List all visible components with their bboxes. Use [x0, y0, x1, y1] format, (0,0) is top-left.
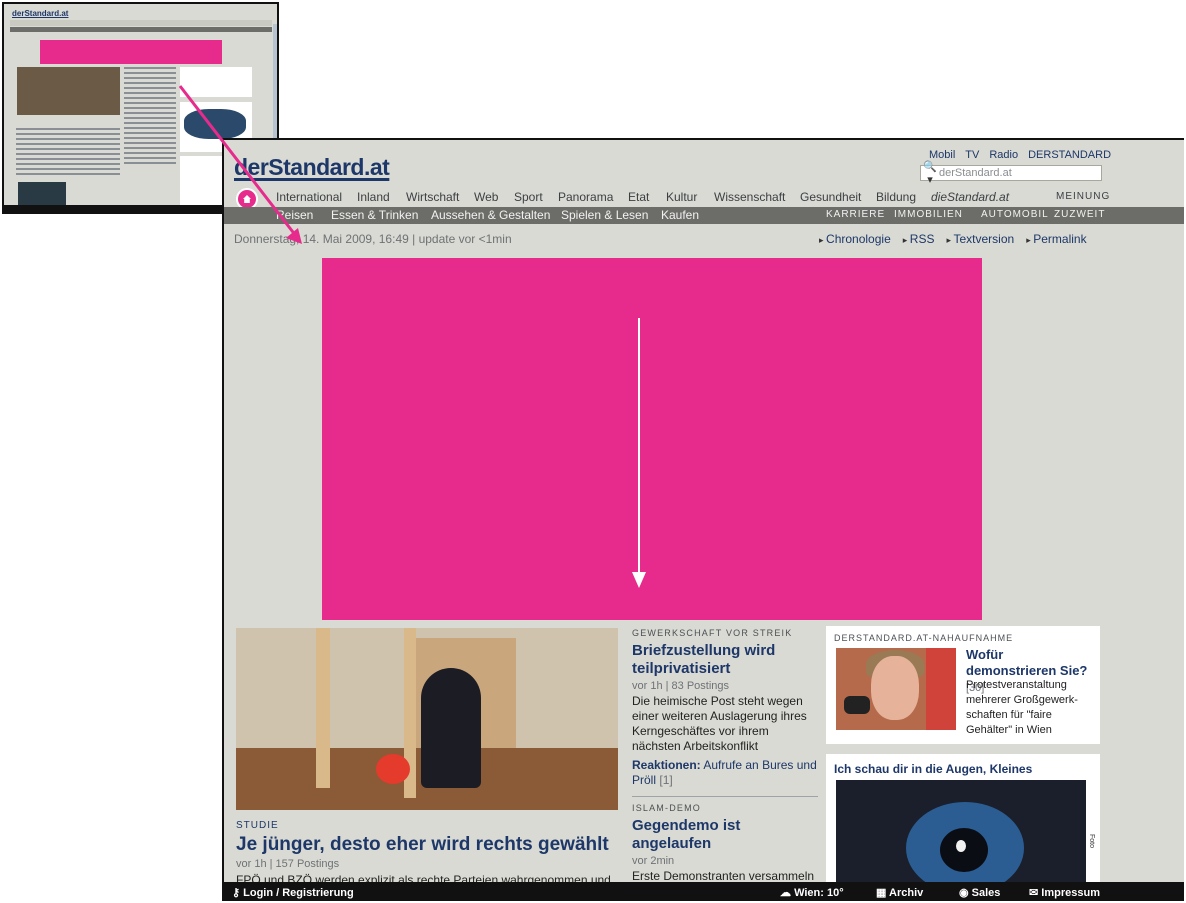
sales-link[interactable]: ◉ Sales — [959, 886, 1000, 899]
divider — [632, 796, 818, 797]
nav-item-sport[interactable]: Sport — [514, 190, 543, 204]
nav-item-kaufen[interactable]: Kaufen — [661, 208, 699, 222]
cloud-icon: ☁ — [780, 887, 795, 899]
story-headline[interactable]: Briefzustellung wird teilprivatisiert — [632, 642, 818, 678]
zoomed-page-view: derStandard.at Mobil TV Radio DERSTANDAR… — [222, 138, 1184, 901]
photo-credit: Foto — [1088, 834, 1095, 849]
weather-label: Wien: 10° — [794, 887, 844, 899]
secondary-nav: Reisen Essen & Trinken Aussehen & Gestal… — [224, 207, 1184, 224]
thumbnail-subnav — [10, 27, 272, 32]
nav-item-international[interactable]: International — [276, 190, 342, 204]
archive-icon: ▦ — [876, 887, 890, 899]
nav-item-wissenschaft[interactable]: Wissenschaft — [714, 190, 785, 204]
nah-photo[interactable] — [836, 648, 956, 730]
thumbnail-text-lines — [16, 128, 120, 178]
related-count: [1] — [659, 773, 673, 787]
nav-item-web[interactable]: Web — [474, 190, 498, 204]
story-kicker: ISLAM-DEMO — [632, 803, 702, 813]
nav-item-meinung[interactable]: MEINUNG — [1056, 191, 1110, 202]
nav-item-diestandard[interactable]: dieStandard.at — [931, 190, 1009, 204]
nav-item-reisen[interactable]: Reisen — [276, 208, 313, 222]
lead-story-kicker: STUDIE — [236, 820, 279, 831]
key-icon: ⚷ — [232, 887, 244, 899]
sales-icon: ◉ — [959, 887, 972, 899]
nav-item-aussehen-gestalten[interactable]: Aussehen & Gestalten — [431, 208, 550, 222]
story-related: Reaktionen: Aufrufe an Bures und Pröll [… — [632, 758, 818, 788]
impressum-link[interactable]: ✉ Impressum — [1029, 886, 1100, 899]
search-placeholder: derStandard.at — [939, 167, 1012, 179]
mail-icon: ✉ — [1029, 887, 1042, 899]
archive-label: Archiv — [889, 887, 924, 899]
related-label: Reaktionen: — [632, 758, 701, 772]
site-logo[interactable]: derStandard.at — [234, 154, 390, 181]
nav-item-kultur[interactable]: Kultur — [666, 190, 697, 204]
nav-item-essen-trinken[interactable]: Essen & Trinken — [331, 208, 418, 222]
bottom-bar: ⚷ Login / Registrierung ☁ Wien: 10° ▦ Ar… — [224, 882, 1184, 899]
sales-label: Sales — [971, 887, 1001, 899]
dateline: Donnerstag, 14. Mai 2009, 16:49 | update… — [234, 232, 512, 246]
story-headline[interactable]: Gegendemo ist angelaufen — [632, 817, 818, 853]
thumbnail-logo: derStandard.at — [12, 9, 69, 18]
advertisement-area — [322, 258, 982, 620]
nav-item-spielen-lesen[interactable]: Spielen & Lesen — [561, 208, 648, 222]
toolbar-chronologie[interactable]: Chronologie — [819, 232, 891, 246]
middle-column: GEWERKSCHAFT VOR STREIK Briefzustellung … — [632, 628, 818, 884]
story-kicker: GEWERKSCHAFT VOR STREIK — [632, 628, 793, 638]
nahaufnahme-box: DERSTANDARD.AT-NAHAUFNAHME Wofür demonst… — [826, 626, 1100, 744]
nav-item-zuzweit[interactable]: ZUZWEIT — [1054, 209, 1105, 220]
login-link[interactable]: ⚷ Login / Registrierung — [232, 886, 354, 899]
nav-item-etat[interactable]: Etat — [628, 190, 649, 204]
top-links: Mobil TV Radio DERSTANDARD — [929, 149, 1111, 161]
nav-item-automobil[interactable]: AUTOMOBIL — [981, 209, 1049, 220]
lead-story-headline[interactable]: Je jünger, desto eher wird rechts gewähl… — [236, 834, 609, 856]
nav-item-immobilien[interactable]: IMMOBILIEN — [894, 209, 963, 220]
top-link-tv[interactable]: TV — [965, 149, 979, 161]
story-teaser: Die heimische Post steht wegen einer wei… — [632, 694, 807, 753]
nah-headline-text[interactable]: Wofür demonstrieren Sie? — [966, 647, 1087, 678]
search-icon[interactable]: 🔍▾ — [921, 160, 939, 186]
nav-item-panorama[interactable]: Panorama — [558, 190, 613, 204]
story-meta: vor 2min — [632, 855, 675, 867]
toolbar-textversion[interactable]: Textversion — [946, 232, 1015, 246]
eye-headline[interactable]: Ich schau dir in die Augen, Kleines — [834, 762, 1032, 776]
lead-story-photo[interactable] — [236, 628, 618, 810]
thumbnail-box — [180, 67, 252, 97]
nav-item-karriere[interactable]: KARRIERE — [826, 209, 885, 220]
nav-item-gesundheit[interactable]: Gesundheit — [800, 190, 861, 204]
impressum-label: Impressum — [1041, 887, 1100, 899]
weather-link[interactable]: ☁ Wien: 10° — [780, 886, 844, 899]
top-link-derstandard[interactable]: DERSTANDARD — [1028, 149, 1111, 161]
toolbar-permalink[interactable]: Permalink — [1026, 232, 1086, 246]
archive-link[interactable]: ▦ Archiv — [876, 886, 923, 899]
page-toolbar: Chronologie RSS Textversion Permalink — [819, 232, 1087, 246]
nav-item-inland[interactable]: Inland — [357, 190, 390, 204]
top-link-radio[interactable]: Radio — [989, 149, 1018, 161]
scroll-arrow — [638, 318, 640, 578]
search-input[interactable]: 🔍▾ derStandard.at — [920, 161, 1102, 186]
lead-story-meta: vor 1h | 157 Postings — [236, 858, 340, 870]
thumbnail-ad-area — [40, 40, 222, 64]
nah-teaser: Protestveranstaltung mehrerer Großgewerk… — [966, 679, 1078, 736]
nav-item-wirtschaft[interactable]: Wirtschaft — [406, 190, 459, 204]
story-meta: vor 1h | 83 Postings — [632, 680, 730, 692]
nah-kicker: DERSTANDARD.AT-NAHAUFNAHME — [834, 633, 1014, 643]
login-label: Login / Registrierung — [243, 887, 354, 899]
thumbnail-eye-image — [184, 109, 246, 139]
nav-item-bildung[interactable]: Bildung — [876, 190, 916, 204]
thumbnail-photo — [17, 67, 120, 115]
primary-nav: International Inland Wirtschaft Web Spor… — [224, 188, 1184, 210]
toolbar-rss[interactable]: RSS — [903, 232, 935, 246]
scroll-arrow-head — [632, 572, 646, 588]
thumbnail-nav — [10, 20, 272, 26]
thumbnail-mid-column — [124, 67, 176, 167]
eye-box: Ich schau dir in die Augen, Kleines Foto — [826, 754, 1100, 899]
